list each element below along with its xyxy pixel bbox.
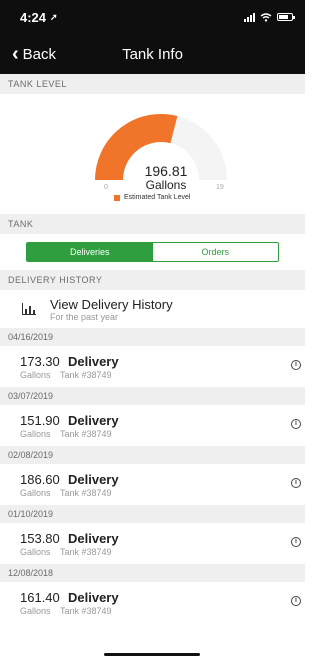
delivery-row-content: 186.60 Delivery Gallons Tank #38749 [20, 472, 119, 498]
gauge-value: 196.81 [144, 163, 188, 179]
delivery-row-top: 153.80 Delivery [20, 531, 119, 546]
delivery-type: Delivery [68, 353, 119, 369]
delivery-amount: 153.80 [20, 530, 60, 546]
delivery-type: Delivery [68, 530, 119, 546]
back-button[interactable]: ‹ Back [0, 44, 56, 64]
battery-fill [279, 15, 288, 19]
info-icon[interactable]: i [291, 360, 301, 370]
delivery-date-header: 01/10/2019 [0, 505, 305, 523]
delivery-row-bottom: Gallons Tank #38749 [20, 370, 119, 380]
delivery-unit: Gallons [20, 428, 51, 439]
delivery-row[interactable]: 186.60 Delivery Gallons Tank #38749 i [0, 464, 305, 505]
status-time: 4:24 [20, 9, 47, 25]
delivery-row-bottom: Gallons Tank #38749 [20, 547, 119, 557]
delivery-tank: Tank #38749 [60, 487, 112, 498]
delivery-row-bottom: Gallons Tank #38749 [20, 429, 119, 439]
delivery-row-bottom: Gallons Tank #38749 [20, 606, 119, 616]
delivery-row-top: 173.30 Delivery [20, 354, 119, 369]
delivery-date-header: 02/08/2019 [0, 446, 305, 464]
tank-segmented-control: Deliveries Orders [26, 242, 279, 262]
tank-level-section-header: TANK LEVEL [0, 74, 305, 94]
delivery-history-section-header: DELIVERY HISTORY [0, 270, 305, 290]
delivery-type: Delivery [68, 412, 119, 428]
gauge-min-label: 0 [104, 184, 108, 191]
delivery-unit: Gallons [20, 487, 51, 498]
delivery-date-header: 04/16/2019 [0, 328, 305, 346]
delivery-type: Delivery [68, 589, 119, 605]
status-bar: 4:24 ➚ [0, 0, 305, 34]
navigation-bar: ‹ Back Tank Info [0, 34, 305, 74]
delivery-row[interactable]: 173.30 Delivery Gallons Tank #38749 i [0, 346, 305, 387]
tank-level-gauge: 196.81 Gallons 0 19 Estimated Tank Level [0, 94, 305, 214]
gauge-max-label: 19 [216, 184, 224, 191]
delivery-tank: Tank #38749 [60, 369, 112, 380]
delivery-date-header: 03/07/2019 [0, 387, 305, 405]
delivery-date-header: 12/08/2018 [0, 564, 305, 582]
delivery-amount: 161.40 [20, 589, 60, 605]
info-icon[interactable]: i [291, 419, 301, 429]
delivery-tank: Tank #38749 [60, 546, 112, 557]
delivery-row[interactable]: 151.90 Delivery Gallons Tank #38749 i [0, 405, 305, 446]
delivery-row-bottom: Gallons Tank #38749 [20, 488, 119, 498]
gauge-legend: Estimated Tank Level [114, 194, 190, 201]
app-screen: 4:24 ➚ ‹ Back Tank Info TANK LEVEL 196.8… [0, 0, 305, 664]
delivery-row[interactable]: 153.80 Delivery Gallons Tank #38749 i [0, 523, 305, 564]
delivery-row-top: 151.90 Delivery [20, 413, 119, 428]
info-icon[interactable]: i [291, 537, 301, 547]
segment-orders[interactable]: Orders [152, 243, 278, 261]
home-indicator [104, 653, 200, 656]
segment-deliveries[interactable]: Deliveries [27, 243, 153, 261]
history-link-subtitle: For the past year [50, 311, 119, 322]
delivery-tank: Tank #38749 [60, 428, 112, 439]
cellular-signal-icon [244, 12, 255, 22]
view-delivery-history-link[interactable]: View Delivery History For the past year [0, 290, 305, 328]
tank-section-header: TANK [0, 214, 305, 234]
tank-segment-wrapper: Deliveries Orders [0, 234, 305, 270]
legend-swatch [114, 194, 120, 201]
status-time-group: 4:24 ➚ [20, 10, 58, 25]
battery-icon [277, 13, 295, 21]
delivery-type: Delivery [68, 471, 119, 487]
delivery-unit: Gallons [20, 605, 51, 616]
wifi-icon [260, 12, 272, 22]
delivery-row-content: 161.40 Delivery Gallons Tank #38749 [20, 590, 119, 616]
chevron-left-icon: ‹ [12, 43, 19, 65]
status-icons [244, 12, 295, 22]
delivery-amount: 151.90 [20, 412, 60, 428]
bar-chart-icon [22, 303, 36, 315]
history-link-title: View Delivery History [50, 296, 173, 312]
delivery-unit: Gallons [20, 369, 51, 380]
delivery-row-content: 151.90 Delivery Gallons Tank #38749 [20, 413, 119, 439]
delivery-amount: 173.30 [20, 353, 60, 369]
delivery-tank: Tank #38749 [60, 605, 112, 616]
back-label: Back [22, 45, 57, 63]
delivery-row-content: 153.80 Delivery Gallons Tank #38749 [20, 531, 119, 557]
delivery-unit: Gallons [20, 546, 51, 557]
legend-label: Estimated Tank Level [124, 194, 191, 201]
delivery-row[interactable]: 161.40 Delivery Gallons Tank #38749 i [0, 582, 305, 623]
info-icon[interactable]: i [291, 478, 301, 488]
history-link-text: View Delivery History For the past year [50, 297, 173, 322]
delivery-row-top: 186.60 Delivery [20, 472, 119, 487]
gauge-unit: Gallons [145, 178, 187, 192]
info-icon[interactable]: i [291, 596, 301, 606]
delivery-row-top: 161.40 Delivery [20, 590, 119, 605]
delivery-amount: 186.60 [20, 471, 60, 487]
location-arrow-icon: ➚ [50, 11, 58, 22]
delivery-row-content: 173.30 Delivery Gallons Tank #38749 [20, 354, 119, 380]
